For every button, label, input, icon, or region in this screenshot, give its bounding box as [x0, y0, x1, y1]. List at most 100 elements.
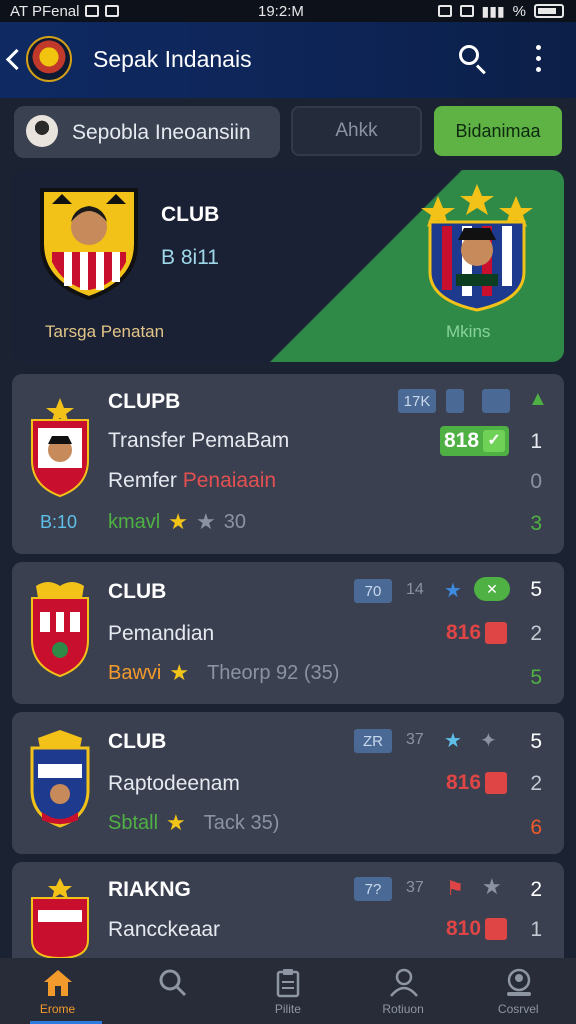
star-icon[interactable]: ★	[482, 874, 502, 900]
card-count: 6	[530, 816, 542, 839]
home-club-crest-icon	[40, 188, 138, 300]
battery-icon	[534, 4, 564, 18]
thumbs-up-icon: ▲	[528, 388, 548, 410]
club-card[interactable]: RIAKNG 7? 37 ⚑ ★ 2 Rancckeaar 810 1	[12, 862, 564, 958]
club-crest-icon	[31, 878, 89, 958]
card-count: 2	[530, 622, 542, 645]
nav-rotiuon[interactable]: Rotiuon	[346, 958, 461, 1024]
card-count: 0	[530, 470, 542, 493]
home-icon	[44, 970, 72, 996]
card-row-primary: Raptodeenam	[108, 772, 240, 795]
nav-pilite[interactable]: Pilite	[230, 958, 345, 1024]
profile-icon	[506, 968, 531, 996]
star-icon: ★	[169, 660, 190, 685]
wifi-icon	[459, 5, 474, 17]
card-count: 2	[530, 878, 542, 901]
hero-caption-right: Mkins	[446, 322, 491, 341]
nav-home[interactable]: Erome	[0, 958, 115, 1024]
card-tag: 17K	[398, 389, 436, 413]
score-badge: 818 ✓	[440, 426, 510, 456]
card-count: 5	[530, 666, 542, 689]
card-title: CLUB	[108, 580, 167, 603]
nav-label: Rotiuon	[382, 1002, 424, 1016]
status-bar: AT PFenal 19:2:M ▮▮▮ %	[0, 0, 576, 22]
toggle-icon[interactable]: ✕	[474, 577, 510, 601]
app-header: Sepak Indanais	[0, 22, 576, 98]
star-icon: ★	[444, 730, 462, 752]
page-title: Sepak Indanais	[93, 46, 252, 72]
user-icon	[389, 968, 418, 997]
club-crest-icon	[31, 398, 89, 498]
club-crest-icon	[31, 582, 89, 678]
card-row-primary: Rancckeaar	[108, 918, 221, 941]
card-title: RIAKNG	[108, 878, 191, 901]
nav-label: Cosrvel	[497, 1002, 539, 1016]
alarm-icon	[437, 5, 452, 17]
card-row-primary: Transfer PemaBam	[108, 429, 290, 452]
card-icon	[485, 772, 508, 794]
card-tag: 7?	[354, 877, 392, 901]
nav-search[interactable]	[115, 958, 230, 1024]
back-button[interactable]	[4, 44, 24, 74]
club-card[interactable]: B:10 CLUPB 17K ▲ Transfer PemaBam 818 ✓ …	[12, 374, 564, 554]
card-tag: 70	[354, 579, 392, 603]
card-row-secondary: Remfer Penaiaain	[108, 469, 277, 492]
card-count: 1	[530, 430, 542, 453]
bottom-nav: Erome Pilite Rotiuon Cosrvel	[0, 958, 576, 1024]
card-left-note: B:10	[40, 512, 78, 532]
search-icon	[459, 45, 479, 65]
battery-percent: %	[512, 2, 526, 20]
hero-club-label: CLUB	[161, 203, 220, 226]
nav-cosrvel[interactable]: Cosrvel	[461, 958, 576, 1024]
bookmark-icon[interactable]: ✦	[480, 728, 497, 753]
search-icon	[159, 969, 187, 997]
nav-label: Pilite	[274, 1002, 301, 1016]
card-rating-row: kmavl ★ ★ 30	[108, 509, 246, 534]
club-crest-icon	[26, 36, 72, 82]
more-menu-button[interactable]	[530, 42, 546, 76]
flag-icon: ⚑	[446, 878, 464, 900]
card-tag-icon	[446, 389, 464, 413]
clipboard-icon	[277, 969, 300, 998]
signal-icon: ▮▮▮	[481, 2, 505, 19]
card-count: 2	[530, 772, 542, 795]
card-icon	[485, 622, 508, 644]
avatar	[26, 115, 58, 147]
score-badge: 816	[442, 768, 511, 798]
score-badge: 810	[442, 914, 511, 944]
clock: 19:2:M	[258, 2, 304, 20]
profile-chip[interactable]: Sepobla Ineoansiin	[14, 106, 280, 158]
featured-match-card[interactable]: CLUB B 8i11 Tarsga Penatan Mkins	[12, 170, 564, 362]
star-outline-icon: ★	[195, 509, 216, 534]
card-tag-count: 37	[406, 879, 424, 896]
app-icon	[105, 5, 120, 17]
star-icon: ★	[166, 810, 186, 835]
primary-filter-button[interactable]: Bidanimaa	[434, 106, 562, 156]
check-icon: ✓	[483, 430, 506, 452]
card-tag-count: 14	[406, 581, 424, 598]
club-card[interactable]: CLUB ZR 37 ★ ✦ 5 Raptodeenam 816 2 Sbtal…	[12, 712, 564, 854]
card-count: 5	[530, 730, 542, 753]
card-rating-row: Sbtall ★ Tack 35)	[108, 810, 280, 835]
card-title: CLUB	[108, 730, 167, 753]
card-title: CLUPB	[108, 390, 181, 413]
club-card[interactable]: CLUB 70 14 ★ ✕ 5 Pemandian 816 2 Bawvi ★…	[12, 562, 564, 704]
card-count: 1	[530, 918, 542, 941]
away-club-crest-icon	[421, 184, 533, 312]
card-tag: ZR	[354, 729, 392, 753]
search-button[interactable]	[456, 42, 490, 76]
card-count: 5	[530, 578, 542, 601]
star-icon: ★	[444, 580, 462, 602]
card-tag-count: 37	[406, 731, 424, 748]
notification-icon	[85, 5, 100, 17]
card-row-primary: Pemandian	[108, 622, 215, 645]
hero-score: B 8i11	[161, 246, 219, 269]
card-tag-icon	[482, 389, 510, 413]
hero-caption-left: Tarsga Penatan	[45, 322, 165, 341]
card-count: 3	[530, 512, 542, 535]
secondary-filter-button[interactable]: Ahkk	[291, 106, 422, 156]
filter-row: Sepobla Ineoansiin Ahkk Bidanimaa	[0, 98, 576, 168]
card-icon	[485, 918, 508, 940]
score-badge: 816	[442, 618, 511, 648]
club-crest-icon	[30, 730, 90, 828]
